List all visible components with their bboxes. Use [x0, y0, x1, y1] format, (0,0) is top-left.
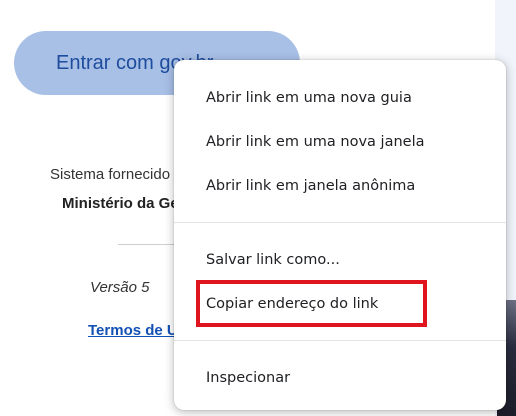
menu-item-open-new-window[interactable]: Abrir link em uma nova janela [174, 124, 506, 160]
menu-item-open-incognito[interactable]: Abrir link em janela anônima [174, 168, 506, 204]
menu-item-save-link-as[interactable]: Salvar link como... [174, 242, 506, 278]
menu-separator [174, 222, 506, 223]
menu-item-inspect[interactable]: Inspecionar [174, 360, 506, 396]
context-menu: Abrir link em uma nova guia Abrir link e… [174, 60, 506, 410]
menu-item-copy-link-address[interactable]: Copiar endereço do link [174, 286, 506, 322]
menu-separator [174, 340, 506, 341]
browser-viewport: Entrar com gov.br Sistema fornecido pelo… [0, 0, 516, 416]
version-text: Versão 5 [90, 279, 150, 296]
footer-divider [118, 244, 178, 245]
menu-item-open-new-tab[interactable]: Abrir link em uma nova guia [174, 80, 506, 116]
